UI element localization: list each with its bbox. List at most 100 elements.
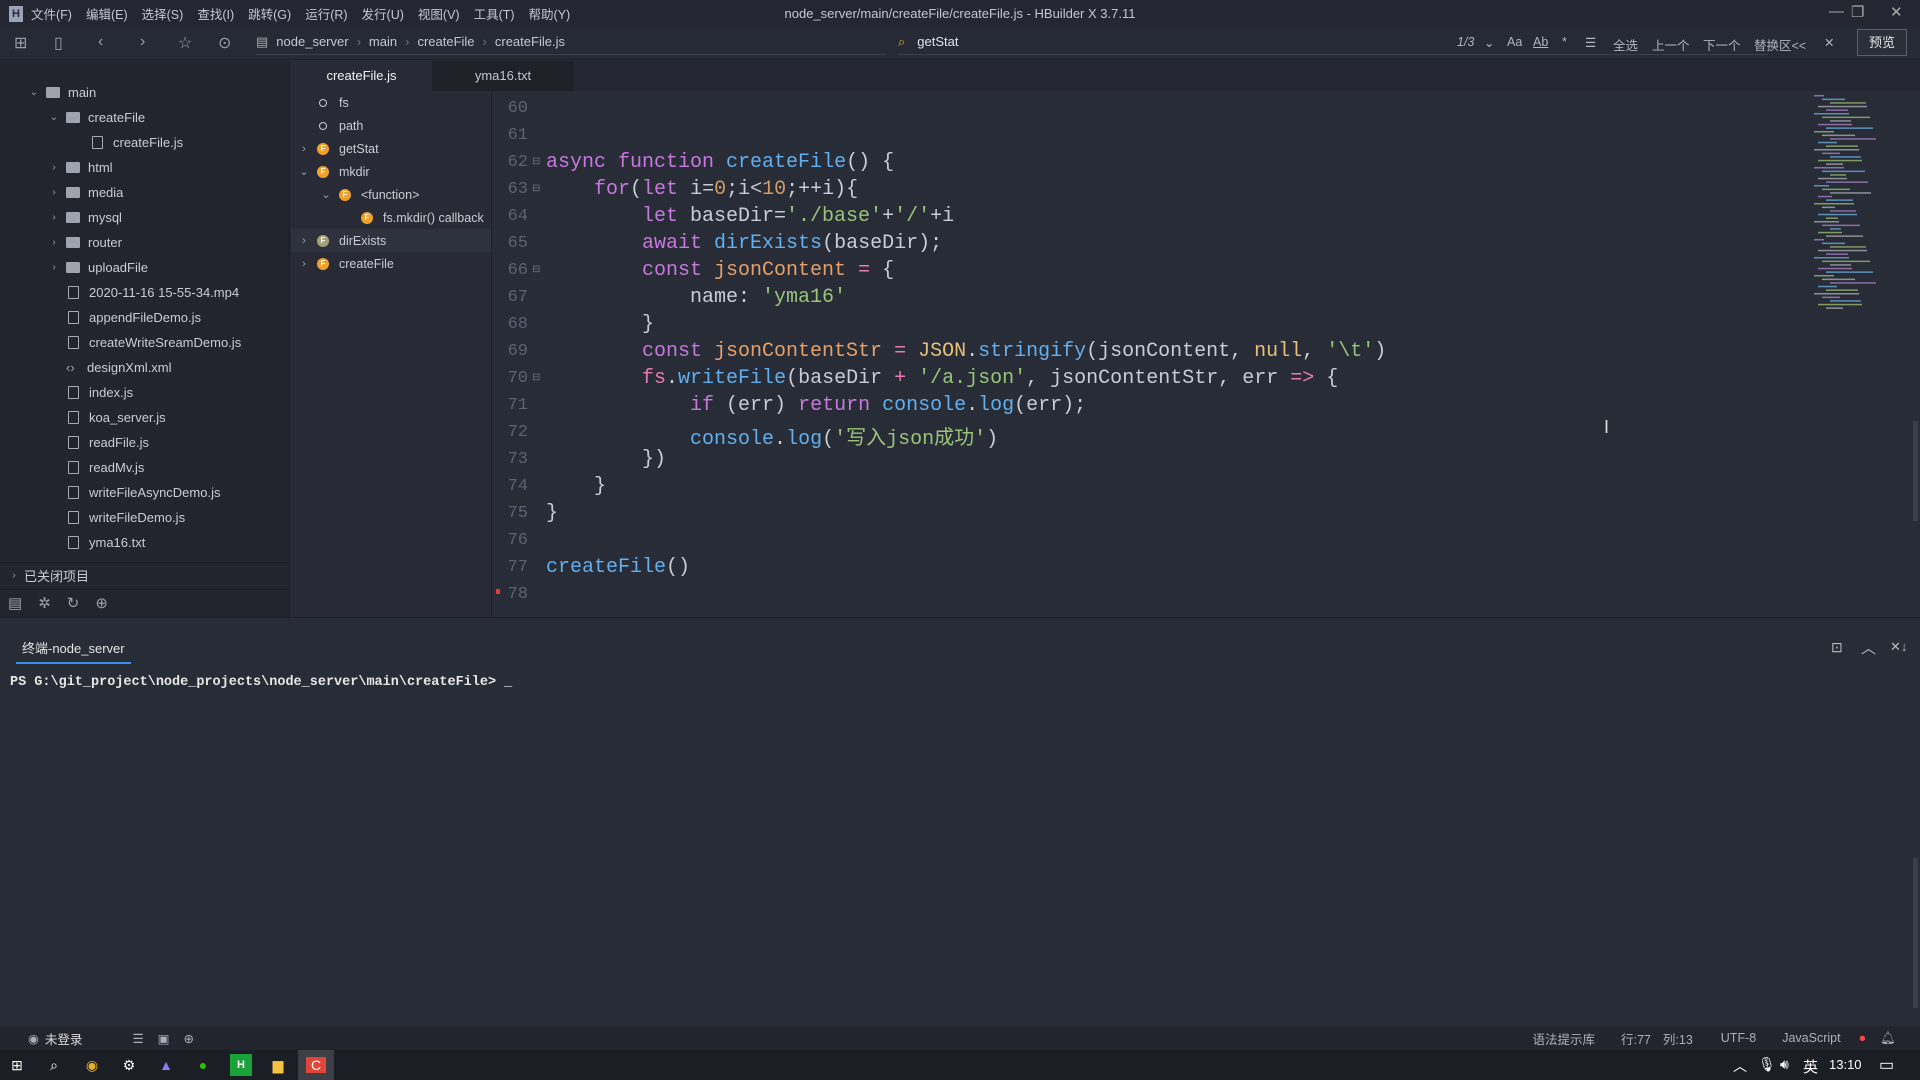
fold-icon[interactable]: ⊟ xyxy=(532,264,540,275)
tree-item[interactable]: readMv.js xyxy=(0,455,290,480)
menu-item[interactable]: 视图(V) xyxy=(418,4,460,23)
hbuilder-icon[interactable]: H xyxy=(230,1054,252,1076)
outline-item[interactable]: path xyxy=(291,114,491,137)
fold-icon[interactable]: ⊟ xyxy=(532,372,540,383)
explorer-icon[interactable]: ▤ xyxy=(8,594,22,612)
tree-item[interactable]: 2020-11-16 15-55-34.mp4 xyxy=(0,280,290,305)
menu-item[interactable]: 查找(I) xyxy=(197,4,234,23)
encoding[interactable]: UTF-8 xyxy=(1721,1031,1756,1045)
outline-item[interactable]: › FcreateFile xyxy=(291,252,491,275)
notification-bell-icon[interactable]: 🔔︎ xyxy=(1880,1031,1896,1046)
code-editor[interactable]: I 60 61 62 ⊟ async function createFile() {63… xyxy=(492,91,1920,617)
whole-word-toggle[interactable]: Ab xyxy=(1533,35,1548,49)
cursor-col[interactable]: 列:13 xyxy=(1663,1029,1693,1048)
editor-scrollbar[interactable] xyxy=(1913,421,1918,521)
tab-yma16-txt[interactable]: yma16.txt xyxy=(432,61,574,91)
outline-item[interactable]: Ffs.mkdir() callback xyxy=(291,206,491,229)
menu-item[interactable]: 选择(S) xyxy=(142,4,184,23)
outline-item[interactable]: › FgetStat xyxy=(291,137,491,160)
syntax-hint-library[interactable]: 语法提示库 xyxy=(1532,1029,1595,1048)
language-mode[interactable]: JavaScript xyxy=(1782,1031,1840,1045)
match-case-toggle[interactable]: Aa xyxy=(1507,35,1522,49)
save-icon[interactable]: ▯ xyxy=(54,33,63,53)
maximize-panel-icon[interactable]: ︿ xyxy=(1861,637,1876,658)
search-icon[interactable]: ⌕ xyxy=(43,1054,65,1076)
replace-toggle-button[interactable]: 替换区<< xyxy=(1754,35,1806,54)
update-icon[interactable]: ● xyxy=(1859,1031,1867,1045)
menu-item[interactable]: 跳转(G) xyxy=(248,4,291,23)
login-status[interactable]: 未登录 xyxy=(45,1029,83,1048)
windows-start-icon[interactable]: ⊞ xyxy=(6,1054,28,1076)
run-icon[interactable]: ⊙ xyxy=(218,33,231,53)
tree-item[interactable]: createWriteSreamDemo.js xyxy=(0,330,290,355)
menu-item[interactable]: 工具(T) xyxy=(474,4,515,23)
breadcrumb-item[interactable]: createFile.js xyxy=(495,34,565,49)
chevron-down-icon[interactable]: ⌄ xyxy=(1484,35,1494,50)
select-all-button[interactable]: 全选 xyxy=(1613,35,1638,54)
app-icon[interactable]: ▲ xyxy=(155,1054,177,1076)
tree-item[interactable]: ‹› designXml.xml xyxy=(0,355,290,380)
fold-icon[interactable]: ⊟ xyxy=(532,156,540,167)
outline-item[interactable]: fs xyxy=(291,91,491,114)
breadcrumb-item[interactable]: main xyxy=(369,34,397,49)
menu-item[interactable]: 编辑(E) xyxy=(86,4,128,23)
terminal-icon[interactable]: ▣ xyxy=(158,1031,170,1046)
breadcrumb-item[interactable]: node_server xyxy=(276,34,348,49)
forward-icon[interactable]: › xyxy=(140,33,145,51)
active-app-icon[interactable]: C xyxy=(298,1050,334,1080)
plugin-icon[interactable]: ⊕ xyxy=(95,594,108,612)
plugin-icon[interactable]: ⊕ xyxy=(183,1031,193,1046)
fold-icon[interactable]: ⊟ xyxy=(532,183,540,194)
tree-item[interactable]: › uploadFile xyxy=(0,255,290,280)
minimap[interactable] xyxy=(1810,95,1905,325)
selection-icon[interactable]: ☰ xyxy=(1585,35,1596,50)
tree-item[interactable]: › router xyxy=(0,230,290,255)
microphone-icon[interactable]: 🎙︎ xyxy=(1758,1056,1776,1073)
file-explorer-icon[interactable]: ▆ xyxy=(267,1054,289,1076)
outline-item[interactable]: › FdirExists xyxy=(291,229,491,252)
menu-item[interactable]: 运行(R) xyxy=(305,4,347,23)
restore-button[interactable]: ❐ xyxy=(1851,3,1864,21)
search-input[interactable]: getStat xyxy=(917,34,958,49)
tree-item[interactable]: writeFileAsyncDemo.js xyxy=(0,480,290,505)
terminal-tab[interactable]: 终端-node_server xyxy=(16,638,131,664)
outline-item[interactable]: ⌄ F <function> xyxy=(291,183,491,206)
outline-item[interactable]: ⌄ Fmkdir xyxy=(291,160,491,183)
regex-toggle[interactable]: * xyxy=(1562,35,1567,49)
chrome-icon[interactable]: ◉ xyxy=(81,1054,103,1076)
terminal-prompt[interactable]: PS G:\git_project\node_projects\node_ser… xyxy=(10,675,512,690)
close-panel-icon[interactable]: ✕↓ xyxy=(1890,639,1907,655)
closed-projects[interactable]: › 已关闭项目 xyxy=(0,562,290,587)
tree-item[interactable]: index.js xyxy=(0,380,290,405)
tab-createfile-js[interactable]: createFile.js xyxy=(291,61,432,91)
tree-item[interactable]: appendFileDemo.js xyxy=(0,305,290,330)
outline-icon[interactable]: ☰ xyxy=(132,1031,143,1046)
refresh-icon[interactable]: ↻ xyxy=(67,594,80,612)
clock[interactable]: 13:10 xyxy=(1829,1057,1862,1072)
tree-item[interactable]: ⌄ createFile xyxy=(0,105,290,130)
menu-item[interactable]: 文件(F) xyxy=(31,4,72,23)
terminal-scrollbar[interactable] xyxy=(1913,858,1918,1008)
tree-item[interactable]: ⌄ main xyxy=(0,80,290,105)
tree-item[interactable]: writeFileDemo.js xyxy=(0,505,290,530)
back-icon[interactable]: ‹ xyxy=(98,33,103,51)
new-terminal-icon[interactable]: ⊡ xyxy=(1831,639,1843,656)
action-center-icon[interactable]: ▭ xyxy=(1879,1055,1894,1075)
tray-chevron-icon[interactable]: ︿ xyxy=(1733,1056,1747,1076)
debug-icon[interactable]: ✲ xyxy=(38,594,51,612)
tree-item[interactable]: › html xyxy=(0,155,290,180)
cursor-row[interactable]: 行:77 xyxy=(1621,1029,1651,1048)
settings-icon[interactable]: ⚙ xyxy=(118,1054,140,1076)
tree-item[interactable]: › media xyxy=(0,180,290,205)
preview-button[interactable]: 预览 xyxy=(1857,29,1907,56)
menu-item[interactable]: 发行(U) xyxy=(362,4,404,23)
tree-item[interactable]: › mysql xyxy=(0,205,290,230)
tree-item[interactable]: yma16.txt xyxy=(0,530,290,555)
menu-item[interactable]: 帮助(Y) xyxy=(529,4,571,23)
star-icon[interactable]: ☆ xyxy=(178,33,192,53)
close-window-button[interactable]: ✕ xyxy=(1890,3,1903,21)
volume-icon[interactable]: 🔊︎ xyxy=(1780,1056,1789,1073)
tree-item[interactable]: koa_server.js xyxy=(0,405,290,430)
wechat-icon[interactable]: ● xyxy=(192,1054,214,1076)
minimize-button[interactable]: — xyxy=(1829,3,1844,20)
